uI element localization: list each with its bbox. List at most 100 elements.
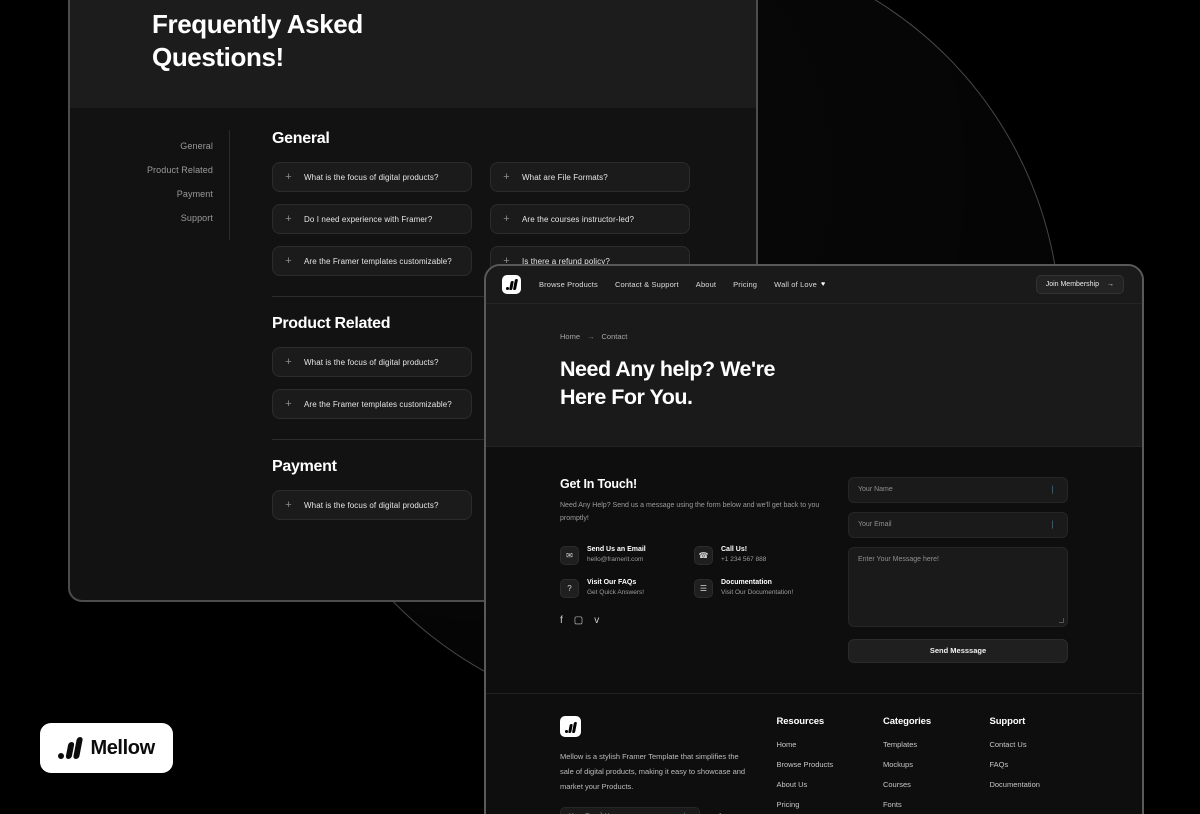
faq-nav-payment[interactable]: Payment (70, 182, 213, 206)
site-navbar: Browse Products Contact & Support About … (486, 266, 1142, 304)
faq-nav-general[interactable]: General (70, 134, 213, 158)
faq-question: Are the Framer templates customizable? (304, 256, 452, 266)
send-message-button[interactable]: Send Messsage (848, 638, 1068, 663)
contact-hero: Home → Contact Need Any help? We're Here… (486, 304, 1142, 447)
footer-brand-description: Mellow is a stylish Framer Template that… (560, 751, 746, 791)
contact-methods: ✉ Send Us an Email hello@framerit.com ☎ … (560, 545, 822, 598)
contact-main: Get In Touch! Need Any Help? Send us a m… (486, 446, 1142, 663)
get-in-touch-panel: Get In Touch! Need Any Help? Send us a m… (560, 477, 822, 663)
faq-question: What are File Formats? (522, 172, 608, 182)
phone-icon: ☎ (694, 545, 713, 565)
faq-title-line-1: Frequently Asked (152, 9, 363, 39)
nav-link-browse-products[interactable]: Browse Products (539, 280, 598, 289)
nav-link-about[interactable]: About (696, 280, 716, 289)
footer-heading-categories: Categories (882, 715, 932, 727)
faq-title-line-2: Questions! (152, 42, 284, 73)
faq-question: What is the focus of digital products? (304, 172, 439, 182)
navbar-links: Browse Products Contact & Support About … (539, 280, 825, 289)
faq-item[interactable]: + Are the Framer templates customizable? (272, 389, 472, 419)
contact-method-sub: Get Quick Answers! (587, 588, 645, 596)
footer-link-courses[interactable]: Courses (883, 780, 962, 789)
mellow-logo-icon[interactable] (502, 275, 521, 294)
faq-item[interactable]: + Do I need experience with Framer? (272, 204, 472, 234)
join-membership-button[interactable]: Join Membership → (1035, 275, 1124, 294)
footer-link-pricing[interactable]: Pricing (776, 800, 855, 809)
plus-icon: + (285, 254, 292, 267)
plus-icon: + (503, 170, 510, 183)
faq-item[interactable]: + What is the focus of digital products? (272, 162, 472, 192)
contact-method-email[interactable]: ✉ Send Us an Email hello@framerit.com (560, 545, 688, 565)
faq-nav-product-related[interactable]: Product Related (70, 158, 213, 182)
resize-handle-icon[interactable] (1059, 617, 1064, 623)
faq-question: Are the courses instructor-led? (522, 214, 635, 224)
footer-link-home[interactable]: Home (776, 740, 855, 749)
contact-window: Browse Products Contact & Support About … (484, 264, 1144, 814)
footer-link-mockups[interactable]: Mockups (883, 760, 962, 769)
breadcrumb-home[interactable]: Home (560, 332, 580, 341)
footer-link-browse-products[interactable]: Browse Products (776, 760, 855, 769)
plus-icon: + (285, 170, 292, 183)
contact-method-sub: +1 234 567 888 (721, 555, 767, 563)
footer-link-contact-us[interactable]: Contact Us (989, 740, 1068, 749)
footer-column-categories: Categories Templates Mockups Courses Fon… (883, 716, 962, 814)
contact-method-faqs[interactable]: ? Visit Our FAQs Get Quick Answers! (560, 578, 688, 598)
faq-item[interactable]: + Are the courses instructor-led? (490, 204, 690, 234)
newsletter-signup: Your Email Here ⎸ Sign Up (560, 806, 748, 814)
faq-item[interactable]: + What is the focus of digital products? (272, 347, 472, 377)
facebook-icon[interactable]: f (560, 615, 563, 626)
nav-link-pricing[interactable]: Pricing (733, 280, 757, 289)
contact-form: Your Name ⎸ Your Email ⎸ Enter Your Mess… (848, 476, 1068, 663)
get-in-touch-title: Get In Touch! (560, 476, 638, 491)
text-cursor-icon: ⎸ (1052, 519, 1060, 529)
newsletter-email-input[interactable]: Your Email Here ⎸ (560, 806, 701, 814)
instagram-icon[interactable]: ▢ (574, 615, 583, 626)
mellow-logo-icon (58, 737, 84, 759)
join-membership-label: Join Membership (1045, 281, 1099, 288)
faq-question: What is the focus of digital products? (304, 500, 439, 510)
mellow-brand-badge: Mellow (40, 723, 173, 773)
contact-method-title: Visit Our FAQs (587, 578, 637, 586)
message-field-placeholder: Enter Your Message here! (858, 555, 939, 563)
name-field-placeholder: Your Name (858, 486, 893, 494)
breadcrumb: Home → Contact (560, 332, 1142, 341)
twitter-icon[interactable]: ᴠ (594, 615, 599, 626)
faq-page-title: Frequently Asked Questions! (152, 8, 756, 75)
footer-link-documentation[interactable]: Documentation (989, 780, 1068, 789)
faq-item[interactable]: + What are File Formats? (490, 162, 690, 192)
site-footer: Mellow is a stylish Framer Template that… (486, 692, 1142, 814)
email-field[interactable]: Your Email ⎸ (848, 511, 1068, 538)
footer-column-support: Support Contact Us FAQs Documentation (989, 716, 1068, 814)
faq-item[interactable]: + Are the Framer templates customizable? (272, 246, 472, 276)
footer-link-about-us[interactable]: About Us (776, 780, 855, 789)
footer-link-faqs[interactable]: FAQs (989, 760, 1068, 769)
question-icon: ? (560, 578, 579, 598)
message-field[interactable]: Enter Your Message here! (848, 546, 1068, 627)
contact-method-documentation[interactable]: ☰ Documentation Visit Our Documentation! (694, 578, 822, 598)
screenshot-stage: Frequently Asked Questions! General Prod… (0, 0, 1200, 814)
contact-page-title: Need Any help? We're Here For You. (560, 355, 1142, 412)
plus-icon: + (285, 355, 292, 368)
footer-link-fonts[interactable]: Fonts (883, 800, 962, 809)
text-cursor-icon: ⎸ (1052, 484, 1060, 494)
mellow-brand-label: Mellow (90, 736, 155, 759)
plus-icon: + (285, 498, 292, 511)
nav-link-wall-of-love[interactable]: Wall of Love ♥ (774, 280, 825, 289)
contact-method-title: Send Us an Email (587, 545, 646, 553)
faq-question: Are the Framer templates customizable? (304, 399, 452, 409)
footer-link-templates[interactable]: Templates (883, 740, 962, 749)
faq-question: What is the focus of digital products? (304, 357, 439, 367)
contact-method-phone[interactable]: ☎ Call Us! +1 234 567 888 (694, 545, 822, 565)
plus-icon: + (285, 397, 292, 410)
contact-title-line-1: Need Any help? We're (560, 357, 775, 381)
footer-heading-resources: Resources (776, 715, 825, 727)
plus-icon: + (503, 212, 510, 225)
faq-item[interactable]: + What is the focus of digital products? (272, 490, 472, 520)
mellow-logo-icon[interactable] (560, 715, 581, 737)
faq-nav-support[interactable]: Support (70, 206, 213, 230)
heart-icon: ♥ (820, 281, 826, 288)
name-field[interactable]: Your Name ⎸ (848, 476, 1068, 503)
footer-brand: Mellow is a stylish Framer Template that… (560, 715, 748, 814)
nav-link-contact-support[interactable]: Contact & Support (615, 280, 679, 289)
social-links: f ▢ ᴠ (560, 615, 822, 626)
contact-method-sub: hello@framerit.com (587, 555, 644, 563)
